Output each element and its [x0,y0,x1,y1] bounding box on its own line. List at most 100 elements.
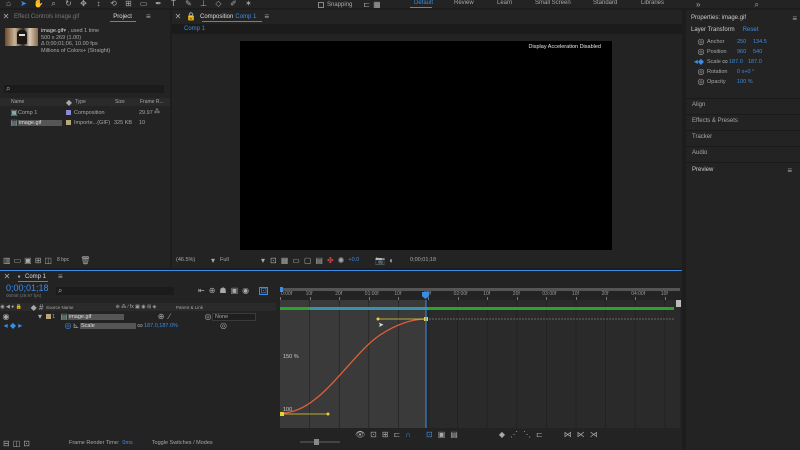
workspace-learn[interactable]: Learn [497,0,535,6]
color-depth-icon[interactable]: ◫ [44,256,52,265]
edit-keyframe-icon[interactable]: ◆ [499,430,505,439]
search-icon[interactable]: ⌕ [754,0,758,9]
property-value[interactable]: 187.0,187.0% [144,323,220,329]
easy-ease-out-icon[interactable]: ⋊ [590,430,598,439]
show-snapshot-icon[interactable]: ◐ [389,256,394,265]
prop-value-1[interactable]: 187.0 [729,59,748,65]
tab-project[interactable]: Project [113,14,132,20]
tab-effect-controls[interactable]: Effect Controls image.gif [14,14,79,20]
end-marker-icon[interactable] [676,300,681,307]
new-folder-icon[interactable]: ▭ [14,256,22,265]
prop-value-1[interactable]: 100 % [737,79,753,85]
comp-sub-tab[interactable]: Comp 1 [184,26,205,32]
interpret-footage-icon[interactable]: ▥ [3,256,11,265]
trash-icon[interactable]: 🗑 [80,256,90,265]
graph-editor[interactable]: 150 % 100 ➤ [280,300,680,428]
av-features-icon[interactable]: ◉ ◀ ● 🔒 [0,303,22,312]
snap-icon[interactable]: ⊏ [394,430,401,439]
flowchart-icon[interactable]: ⁂ [154,108,160,117]
layer-name[interactable]: image.gif [68,313,124,320]
close-icon[interactable]: ✕ [2,12,10,21]
transparency-grid-icon[interactable]: ▦ [281,256,289,265]
zoom-tool-icon[interactable]: ⌕ [47,0,60,9]
property-row-scale[interactable]: ◂ ◆ ▸ ◎ ⊾ Scale ∞ 187.0,187.0% ◎ [0,321,276,330]
panel-menu-icon[interactable]: ≡ [146,12,151,21]
selection-tool-icon[interactable]: ➤ [17,0,30,9]
item-used[interactable]: ▾ , used 1 time [63,28,99,35]
chevron-down-icon[interactable]: ▾ [260,256,266,265]
constrain-proportions-icon[interactable]: ∞ [136,321,144,330]
stopwatch-icon[interactable]: ◎ [695,37,707,46]
dolly-tool-icon[interactable]: ↕ [92,0,105,9]
shy-layers-icon[interactable]: ☗ [219,286,226,295]
resolution-dropdown[interactable]: Full [220,257,256,263]
pickwhip-icon[interactable]: ◎ [220,321,227,330]
timeline-search-input[interactable]: ⌕ [56,286,174,295]
col-name[interactable]: Name [11,99,63,105]
rotate-tool-icon[interactable]: ⟲ [107,0,120,9]
pan-tool-icon[interactable]: ✥ [77,0,90,9]
workspace-overflow-icon[interactable]: » [696,0,700,9]
layer-switches-pane-icon[interactable]: ⊟ [3,439,10,448]
magnification-dropdown[interactable]: (46.5%) [176,257,206,263]
timeline-tab[interactable]: Comp 1 [25,274,46,280]
panel-menu-icon[interactable]: ≡ [787,166,792,175]
graph-options-icon[interactable]: ⊡ [370,430,377,439]
roto-tool-icon[interactable]: ✐ [227,0,240,9]
snapshot-icon[interactable]: 📷 [375,256,385,265]
workspace-small-screen[interactable]: Small Screen [535,0,593,6]
label-header-icon[interactable]: ◆ # [28,303,46,312]
new-composition-icon[interactable]: ▣ [24,256,32,265]
viewer-timecode[interactable]: 0;00;01;18 [410,257,436,263]
layer-row[interactable]: ◉ ▾ 1 ▤ image.gif ⊕ ∕ ◎ None [0,312,276,321]
prop-value-1[interactable]: 960 [737,49,753,55]
parent-dropdown[interactable]: None [212,312,256,321]
auto-zoom-icon[interactable]: ∩ [405,430,411,439]
modes-pane-icon[interactable]: ◫ [13,439,21,448]
prop-value-1[interactable]: 250 [737,39,753,45]
prop-value-1[interactable]: 0 x+0 ° [737,69,754,75]
rectangle-tool-icon[interactable]: ▭ [137,0,150,9]
easy-ease-in-icon[interactable]: ⋉ [577,430,585,439]
switches-header-icon[interactable]: ⊕ ⁂ ∕ fx ▣ ◉ ⊞ ◈ [96,303,176,312]
handle-point-out[interactable] [326,412,330,416]
exposure-value[interactable]: +0.0 [348,257,359,263]
keyframe-nav-icon[interactable]: ◂◆ [691,57,707,66]
bpc-label[interactable]: 8 bpc [57,257,69,263]
label-color-icon[interactable] [44,312,52,321]
lock-icon[interactable]: 🔒 [186,12,196,21]
easy-ease-icon[interactable]: ⋈ [564,430,572,439]
auto-bezier-icon[interactable]: ⊏ [536,430,543,439]
prop-value-2[interactable]: 187.0 [748,59,762,65]
project-settings-icon[interactable]: ⊞ [35,256,42,265]
fit-selection-icon[interactable]: ⊡ [426,430,433,439]
graph-editor-icon[interactable]: ⊡ [259,286,269,295]
workspace-review[interactable]: Review [454,0,497,6]
snap-options-icon[interactable]: ⊏ [363,0,370,9]
stopwatch-icon[interactable]: ◎ [64,321,72,330]
draft-3d-icon[interactable]: ⊕ [209,286,216,295]
col-frame-rate[interactable]: Frame R... [140,99,164,105]
expand-icon[interactable]: ▾ [36,312,44,321]
col-size[interactable]: Size [115,99,140,105]
composition-canvas[interactable]: Display Acceleration Disabled [240,41,612,250]
project-row-image[interactable]: ▤ image.gif Importe...(GIF) 325 KB 10 [0,118,170,127]
fast-previews-icon[interactable]: ⊡ [270,256,277,265]
current-time-display[interactable]: 0;00;01;18 [6,283,49,293]
time-ruler[interactable]: 0:00f10f20f01:00f10f20f02:00f10f20f03:00… [280,287,680,300]
workspace-standard[interactable]: Standard [593,0,641,6]
stopwatch-icon[interactable]: ◎ [695,67,707,76]
col-type[interactable]: Type [75,99,115,105]
composition-tab-prefix[interactable]: Composition [200,14,233,20]
workspace-default[interactable]: Default [414,0,454,6]
stopwatch-icon[interactable]: ◎ [695,47,707,56]
section-tracker[interactable]: Tracker [686,130,800,145]
label-col-icon[interactable]: ◆ [63,98,75,107]
section-effects-presets[interactable]: Effects & Presets [686,114,800,129]
home-icon[interactable]: ⌂ [2,0,15,9]
linear-keyframe-icon[interactable]: ⋱ [523,430,531,439]
close-icon[interactable]: ✕ [174,12,182,21]
mask-visibility-icon[interactable]: ▭ [292,256,300,265]
snap-grid-icon[interactable]: ▦ [373,0,381,9]
graph-toggle-icon[interactable]: ⊾ [72,321,80,330]
